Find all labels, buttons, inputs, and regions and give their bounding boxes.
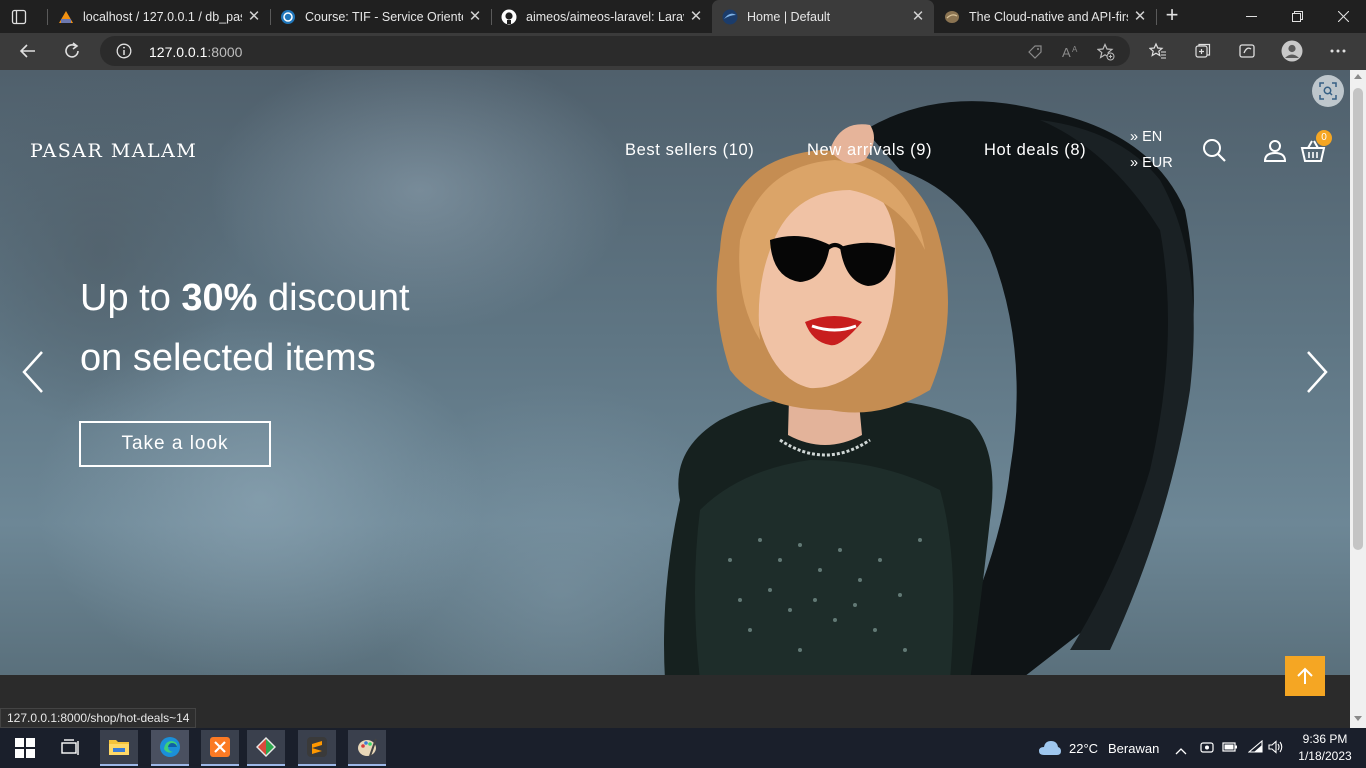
taskbar-clock[interactable]: 9:36 PM 1/18/2023: [1290, 731, 1360, 765]
minimize-button[interactable]: [1228, 0, 1274, 33]
weather-temperature[interactable]: 22°C: [1069, 741, 1098, 756]
tab-title: Home | Default: [747, 9, 831, 24]
tab-title: aimeos/aimeos-laravel: Laravel: [526, 9, 684, 24]
cart-count-badge: 0: [1316, 130, 1332, 146]
close-tab-icon[interactable]: ✕: [910, 8, 926, 25]
new-tab-button[interactable]: +: [1160, 4, 1184, 27]
address-url: 127.0.0.1:8000: [149, 44, 242, 60]
favorites-icon[interactable]: [1143, 37, 1173, 65]
language-selector[interactable]: » EN: [1130, 129, 1162, 145]
close-tab-icon[interactable]: ✕: [688, 8, 704, 25]
github-icon: [501, 9, 517, 25]
clock-date: 1/18/2023: [1298, 749, 1352, 763]
more-menu-icon[interactable]: [1323, 37, 1353, 65]
svg-text:A: A: [1072, 45, 1078, 54]
headline-suffix: discount: [257, 277, 410, 319]
tab-title: The Cloud-native and API-first: [969, 9, 1128, 24]
browser-essentials-icon[interactable]: [1232, 37, 1262, 65]
task-view-icon[interactable]: [52, 730, 90, 766]
tab-actions-icon[interactable]: [8, 6, 30, 28]
meet-now-icon[interactable]: [1200, 740, 1214, 759]
clock-time: 9:36 PM: [1302, 732, 1348, 746]
edge-icon[interactable]: [151, 730, 189, 766]
battery-icon[interactable]: [1222, 740, 1238, 759]
wifi-icon[interactable]: [1247, 739, 1264, 759]
scroll-up-icon[interactable]: [1354, 74, 1362, 79]
tab-title: Course: TIF - Service Oriented Architect…: [305, 9, 463, 24]
restore-button[interactable]: [1274, 0, 1320, 33]
hero-headline-line2: on selected items: [80, 337, 376, 379]
carousel-next-icon[interactable]: [1302, 350, 1332, 394]
tab-home-active[interactable]: Home | Default ✕: [712, 0, 934, 33]
tab-github[interactable]: aimeos/aimeos-laravel: Laravel ✕: [491, 0, 712, 33]
nav-new-arrivals[interactable]: New arrivals (9): [807, 141, 932, 160]
currency-selector[interactable]: » EUR: [1130, 155, 1173, 171]
collections-icon[interactable]: [1188, 37, 1218, 65]
address-bar[interactable]: 127.0.0.1:8000 AA: [100, 36, 1130, 66]
close-tab-icon[interactable]: ✕: [467, 8, 483, 25]
nav-best-sellers[interactable]: Best sellers (10): [625, 141, 754, 160]
carousel-prev-icon[interactable]: [18, 350, 48, 394]
volume-icon[interactable]: [1268, 740, 1284, 759]
hero-banner: PASAR MALAM Best sellers (10) New arriva…: [0, 70, 1350, 680]
git-gui-icon[interactable]: [247, 730, 285, 766]
page-section-dark: [0, 675, 1350, 728]
aimeos-icon: [722, 9, 738, 25]
file-explorer-icon[interactable]: [100, 730, 138, 766]
tab-course[interactable]: Course: TIF - Service Oriented Architect…: [270, 0, 491, 33]
visual-search-icon[interactable]: [1312, 75, 1344, 107]
tag-icon[interactable]: [1026, 43, 1044, 61]
headline-prefix: Up to: [80, 277, 182, 319]
headline-highlight: 30%: [181, 277, 258, 319]
profile-avatar[interactable]: [1277, 37, 1307, 65]
close-window-button[interactable]: [1320, 0, 1366, 33]
back-to-top-button[interactable]: [1285, 656, 1325, 696]
close-tab-icon[interactable]: ✕: [1132, 8, 1148, 25]
account-icon[interactable]: [1262, 138, 1288, 164]
browser-tab-strip: localhost / 127.0.0.1 / db_pasar_malam ✕…: [0, 0, 1366, 33]
browser-toolbar: 127.0.0.1:8000 AA: [0, 33, 1366, 70]
tab-phpmyadmin[interactable]: localhost / 127.0.0.1 / db_pasar_malam ✕: [48, 0, 270, 33]
tab-separator: [1156, 9, 1157, 25]
nav-hot-deals[interactable]: Hot deals (8): [984, 141, 1086, 160]
tab-aimeos[interactable]: The Cloud-native and API-first ✕: [934, 0, 1156, 33]
hero-headline-line1: Up to 30% discount: [80, 277, 410, 320]
phpmyadmin-icon: [58, 9, 74, 25]
tab-title: localhost / 127.0.0.1 / db_pasar_malam: [83, 9, 242, 24]
link-status-url: 127.0.0.1:8000/shop/hot-deals~14: [0, 708, 197, 728]
close-tab-icon[interactable]: ✕: [246, 8, 262, 25]
site-logo[interactable]: PASAR MALAM: [30, 140, 197, 162]
svg-text:A: A: [1062, 45, 1071, 60]
url-host: 127.0.0.1: [149, 44, 208, 60]
paint-icon[interactable]: [348, 730, 386, 766]
take-a-look-button[interactable]: Take a look: [79, 421, 271, 467]
url-port: :8000: [207, 44, 243, 60]
scroll-down-icon[interactable]: [1354, 716, 1362, 721]
xampp-icon[interactable]: [201, 730, 239, 766]
moodle-icon: [280, 9, 296, 25]
weather-description[interactable]: Berawan: [1108, 741, 1159, 756]
page-viewport: PASAR MALAM Best sellers (10) New arriva…: [0, 70, 1350, 728]
weather-cloud-icon[interactable]: [1038, 739, 1062, 762]
sublime-text-icon[interactable]: [298, 730, 336, 766]
show-hidden-icons-icon[interactable]: [1175, 742, 1187, 760]
windows-taskbar: 22°C Berawan 9:36 PM 1/18/2023: [0, 728, 1366, 768]
search-icon[interactable]: [1202, 138, 1228, 164]
refresh-button[interactable]: [57, 37, 87, 65]
hero-model-image: [664, 101, 1194, 680]
read-aloud-icon[interactable]: AA: [1062, 43, 1080, 61]
page-scrollbar[interactable]: [1350, 70, 1366, 728]
aimeos-leaf-icon: [944, 9, 960, 25]
info-icon[interactable]: [116, 43, 132, 64]
start-button[interactable]: [6, 730, 44, 766]
scrollbar-thumb[interactable]: [1353, 88, 1363, 550]
add-favorite-icon[interactable]: [1097, 43, 1115, 61]
back-button[interactable]: [13, 37, 43, 65]
